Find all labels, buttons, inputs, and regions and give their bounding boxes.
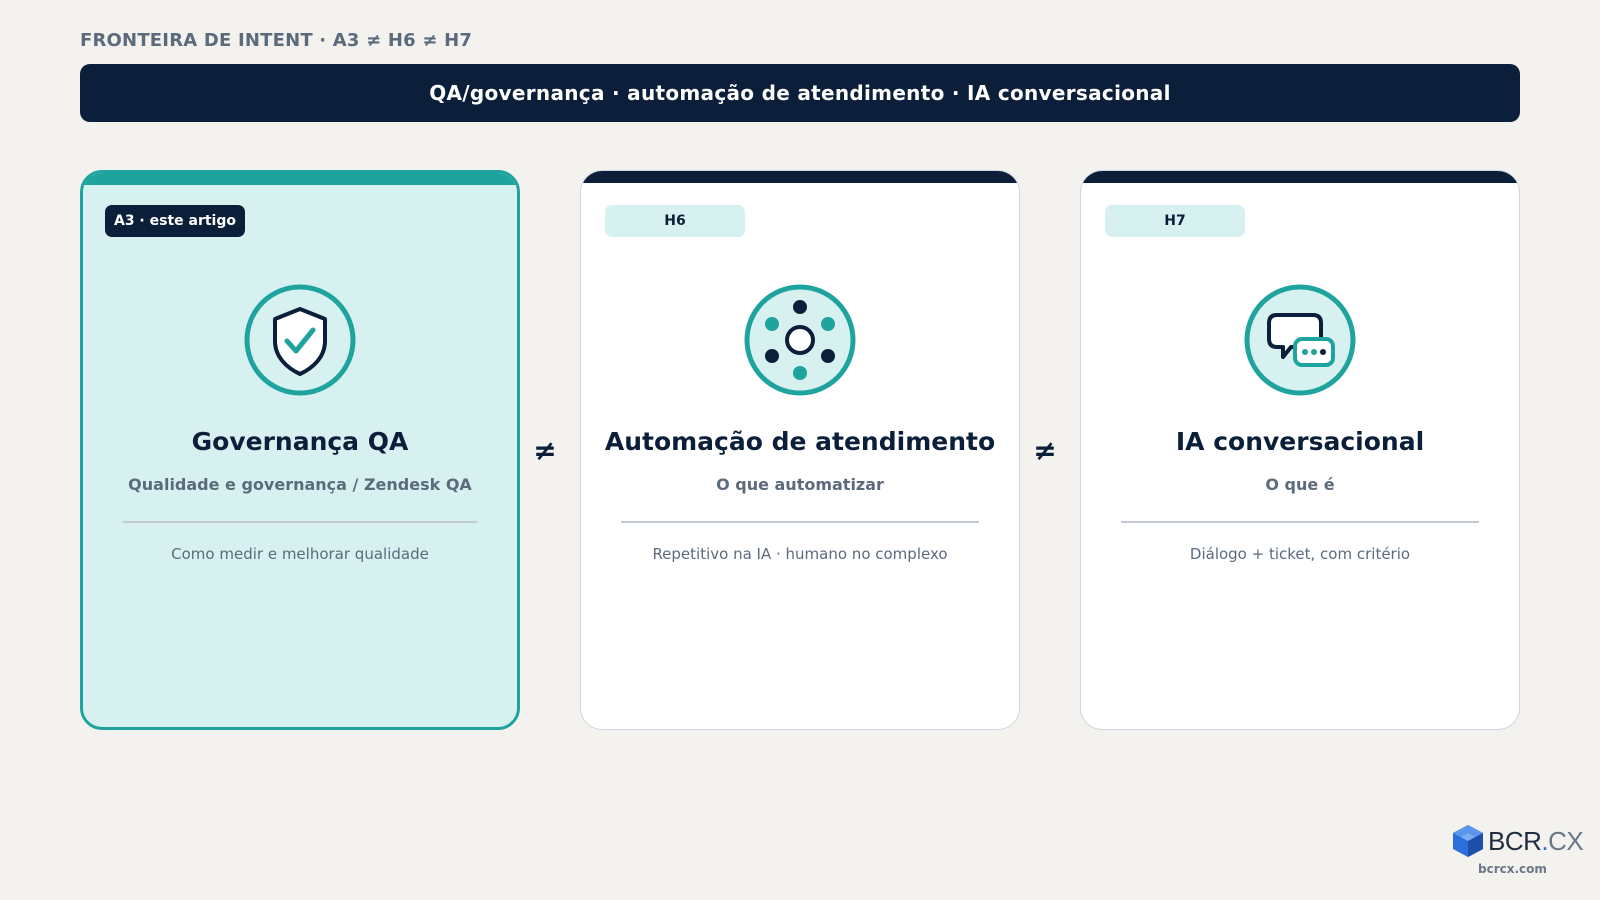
- card-title: Governança QA: [191, 427, 409, 456]
- card-governanca-qa: A3 · este artigo Governança QA Qualidade…: [80, 170, 520, 730]
- card-divider: [621, 521, 979, 523]
- card-subtitle: O que automatizar: [716, 475, 884, 494]
- card-badge: A3 · este artigo: [105, 205, 245, 237]
- card-automacao-atendimento: H6 Automação de atendimento O que automa…: [580, 170, 1020, 730]
- not-equal-separator: ≠: [1033, 434, 1057, 467]
- card-badge: H7: [1105, 205, 1245, 237]
- header-banner: QA/governança · automação de atendimento…: [80, 64, 1520, 122]
- card-badge: H6: [605, 205, 745, 237]
- brand-wordmark: BCR.CX: [1488, 826, 1584, 857]
- card-subtitle: Qualidade e governança / Zendesk QA: [128, 475, 472, 494]
- brand-name-suffix: CX: [1548, 826, 1584, 856]
- cube-logo-icon: [1453, 825, 1483, 857]
- banner-title: QA/governança · automação de atendimento…: [429, 81, 1171, 105]
- card-divider: [1121, 521, 1479, 523]
- page-overline: FRONTEIRA DE INTENT · A3 ≠ H6 ≠ H7: [80, 30, 473, 51]
- card-description: Diálogo + ticket, com critério: [1189, 545, 1411, 563]
- chat-bubbles-icon: [1243, 283, 1357, 397]
- card-divider: [123, 521, 477, 523]
- brand-url: bcrcx.com: [1478, 862, 1547, 876]
- card-top-accent: [83, 173, 517, 185]
- card-description: Como medir e melhorar qualidade: [171, 545, 429, 563]
- card-subtitle: O que é: [1265, 475, 1335, 494]
- card-title: IA conversacional: [1175, 427, 1425, 456]
- brand-logo: BCR.CX bcrcx.com: [1452, 822, 1584, 882]
- card-ia-conversacional: H7 IA conversacional O que é Diálogo + t…: [1080, 170, 1520, 730]
- automation-nodes-icon: [743, 283, 857, 397]
- card-top-accent: [1081, 171, 1519, 183]
- card-description: Repetitivo na IA · humano no complexo: [652, 545, 948, 563]
- card-title: Automação de atendimento: [604, 427, 996, 456]
- card-top-accent: [581, 171, 1019, 183]
- shield-check-icon: [243, 283, 357, 397]
- not-equal-separator: ≠: [533, 434, 557, 467]
- brand-name-part: BCR: [1488, 826, 1542, 856]
